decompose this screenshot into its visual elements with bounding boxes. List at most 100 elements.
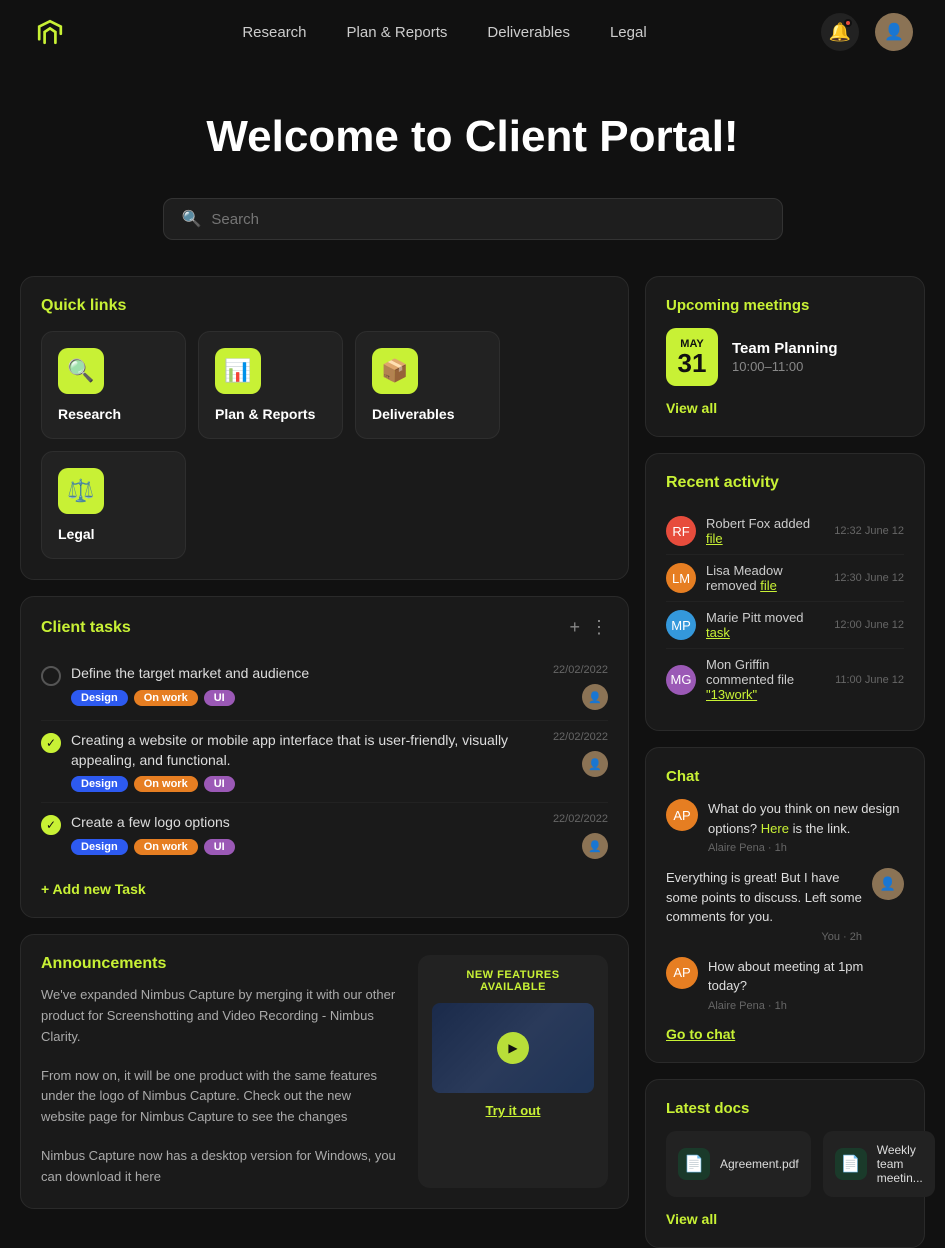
search-bar: 🔍 <box>163 198 783 240</box>
activity-link-4[interactable]: "13work" <box>706 687 757 702</box>
activity-time-4: 11:00 June 12 <box>835 674 904 686</box>
task-item: Define the target market and audience De… <box>41 654 608 721</box>
activity-avatar-4: MG <box>666 665 696 695</box>
task-checkbox-3[interactable]: ✓ <box>41 815 61 835</box>
meeting-time: 10:00–11:00 <box>732 359 904 374</box>
latest-docs-card: Latest docs 📄 Agreement.pdf 📄 Weekly tea… <box>645 1079 925 1248</box>
meeting-info: Team Planning 10:00–11:00 <box>732 340 904 374</box>
chat-bubble-3: How about meeting at 1pm today? Alaire P… <box>708 957 904 1012</box>
task-checkbox-2[interactable]: ✓ <box>41 733 61 753</box>
legal-icon: ⚖️ <box>58 468 104 514</box>
announcements-text-1: We've expanded Nimbus Capture by merging… <box>41 985 398 1047</box>
nav-legal[interactable]: Legal <box>610 24 647 41</box>
chat-meta-1: Alaire Pena · 1h <box>708 842 904 854</box>
activity-link-1[interactable]: file <box>706 531 723 546</box>
task-tags-3: Design On work UI <box>71 839 543 855</box>
new-features-label: NEW FEATURES AVAILABLE <box>432 969 594 993</box>
tag-onwork: On work <box>134 690 198 706</box>
task-meta-2: 22/02/2022 👤 <box>553 731 608 777</box>
latest-docs-title: Latest docs <box>666 1100 904 1117</box>
activity-link-2[interactable]: file <box>760 578 777 593</box>
add-task-icon-button[interactable]: + <box>569 617 580 638</box>
tag-design-2: Design <box>71 776 128 792</box>
doc-item-2[interactable]: 📄 Weekly team meetin... <box>823 1131 935 1197</box>
task-checkbox-1[interactable] <box>41 666 61 686</box>
meeting-item: May 31 Team Planning 10:00–11:00 <box>666 328 904 386</box>
recent-activity-title: Recent activity <box>666 474 904 492</box>
activity-avatar-3: MP <box>666 610 696 640</box>
meeting-date-box: May 31 <box>666 328 718 386</box>
quick-links-card: Quick links 🔍 Research 📊 Plan & Reports … <box>20 276 629 580</box>
notification-dot <box>844 19 852 27</box>
activity-text-3: Marie Pitt moved task <box>706 610 824 640</box>
notifications-button[interactable]: 🔔 <box>821 13 859 51</box>
task-menu-button[interactable]: ⋮ <box>590 617 608 638</box>
logo[interactable] <box>32 14 68 50</box>
quick-link-deliverables[interactable]: 📦 Deliverables <box>355 331 500 439</box>
client-tasks-title: Client tasks <box>41 619 131 637</box>
docs-grid: 📄 Agreement.pdf 📄 Weekly team meetin... <box>666 1131 904 1197</box>
doc-icon-2: 📄 <box>835 1148 867 1180</box>
play-button[interactable]: ▶ <box>497 1032 529 1064</box>
chat-link-1[interactable]: Here <box>761 821 789 836</box>
add-task-button[interactable]: + Add new Task <box>41 881 146 897</box>
task-meta-3: 22/02/2022 👤 <box>553 813 608 859</box>
chat-card: Chat AP What do you think on new design … <box>645 747 925 1063</box>
chat-message-2: 👤 Everything is great! But I have some p… <box>666 868 904 943</box>
activity-item-2: LM Lisa Meadow removed file 12:30 June 1… <box>666 555 904 602</box>
activity-text-2: Lisa Meadow removed file <box>706 563 824 593</box>
nav-research[interactable]: Research <box>242 24 306 41</box>
goto-chat-link[interactable]: Go to chat <box>666 1026 904 1042</box>
docs-view-all[interactable]: View all <box>666 1211 904 1227</box>
quick-link-plan-reports[interactable]: 📊 Plan & Reports <box>198 331 343 439</box>
task-text-1: Define the target market and audience <box>71 664 543 684</box>
tag-design: Design <box>71 690 128 706</box>
nav-deliverables[interactable]: Deliverables <box>487 24 570 41</box>
quick-link-research[interactable]: 🔍 Research <box>41 331 186 439</box>
feature-preview: ▶ <box>432 1003 594 1093</box>
left-column: Quick links 🔍 Research 📊 Plan & Reports … <box>20 276 629 1248</box>
quick-link-legal[interactable]: ⚖️ Legal <box>41 451 186 559</box>
user-avatar-button[interactable]: 👤 <box>875 13 913 51</box>
tag-ui: UI <box>204 690 235 706</box>
nav-plan-reports[interactable]: Plan & Reports <box>347 24 448 41</box>
upcoming-meetings-title: Upcoming meetings <box>666 297 904 314</box>
meeting-day: 31 <box>678 350 707 376</box>
try-it-link[interactable]: Try it out <box>486 1103 541 1118</box>
upcoming-view-all[interactable]: View all <box>666 400 904 416</box>
activity-text-4: Mon Griffin commented file "13work" <box>706 657 825 702</box>
nav-right: 🔔 👤 <box>821 13 913 51</box>
chat-meta-2: You · 2h <box>821 931 862 943</box>
task-body-3: Create a few logo options Design On work… <box>71 813 543 855</box>
task-date-3: 22/02/2022 <box>553 813 608 825</box>
meeting-name: Team Planning <box>732 340 904 357</box>
doc-icon-1: 📄 <box>678 1148 710 1180</box>
task-tags-1: Design On work UI <box>71 690 543 706</box>
activity-time-1: 12:32 June 12 <box>834 525 904 537</box>
announcements-left: Announcements We've expanded Nimbus Capt… <box>41 955 398 1187</box>
chat-title: Chat <box>666 768 904 785</box>
task-body-2: Creating a website or mobile app interfa… <box>71 731 543 792</box>
activity-time-3: 12:00 June 12 <box>834 619 904 631</box>
chat-text-1: What do you think on new design options?… <box>708 799 904 838</box>
deliverables-icon: 📦 <box>372 348 418 394</box>
activity-link-3[interactable]: task <box>706 625 730 640</box>
chat-text-3: How about meeting at 1pm today? <box>708 957 904 996</box>
task-date-2: 22/02/2022 <box>553 731 608 743</box>
recent-activity-card: Recent activity RF Robert Fox added file… <box>645 453 925 731</box>
chat-avatar-1: AP <box>666 799 698 831</box>
activity-item-3: MP Marie Pitt moved task 12:00 June 12 <box>666 602 904 649</box>
task-avatar-3: 👤 <box>582 833 608 859</box>
chat-bubble-2: Everything is great! But I have some poi… <box>666 868 862 943</box>
search-container: 🔍 <box>0 198 945 240</box>
nav-links: Research Plan & Reports Deliverables Leg… <box>242 24 646 41</box>
task-meta-1: 22/02/2022 👤 <box>553 664 608 710</box>
announcements-title: Announcements <box>41 955 398 973</box>
announcements-text-3: Nimbus Capture now has a desktop version… <box>41 1146 398 1188</box>
tag-onwork-3: On work <box>134 839 198 855</box>
quick-link-plan-reports-label: Plan & Reports <box>215 406 315 422</box>
quick-links-title: Quick links <box>41 297 608 315</box>
search-input[interactable] <box>211 211 763 228</box>
hero-title: Welcome to Client Portal! <box>20 112 925 162</box>
doc-item-1[interactable]: 📄 Agreement.pdf <box>666 1131 811 1197</box>
